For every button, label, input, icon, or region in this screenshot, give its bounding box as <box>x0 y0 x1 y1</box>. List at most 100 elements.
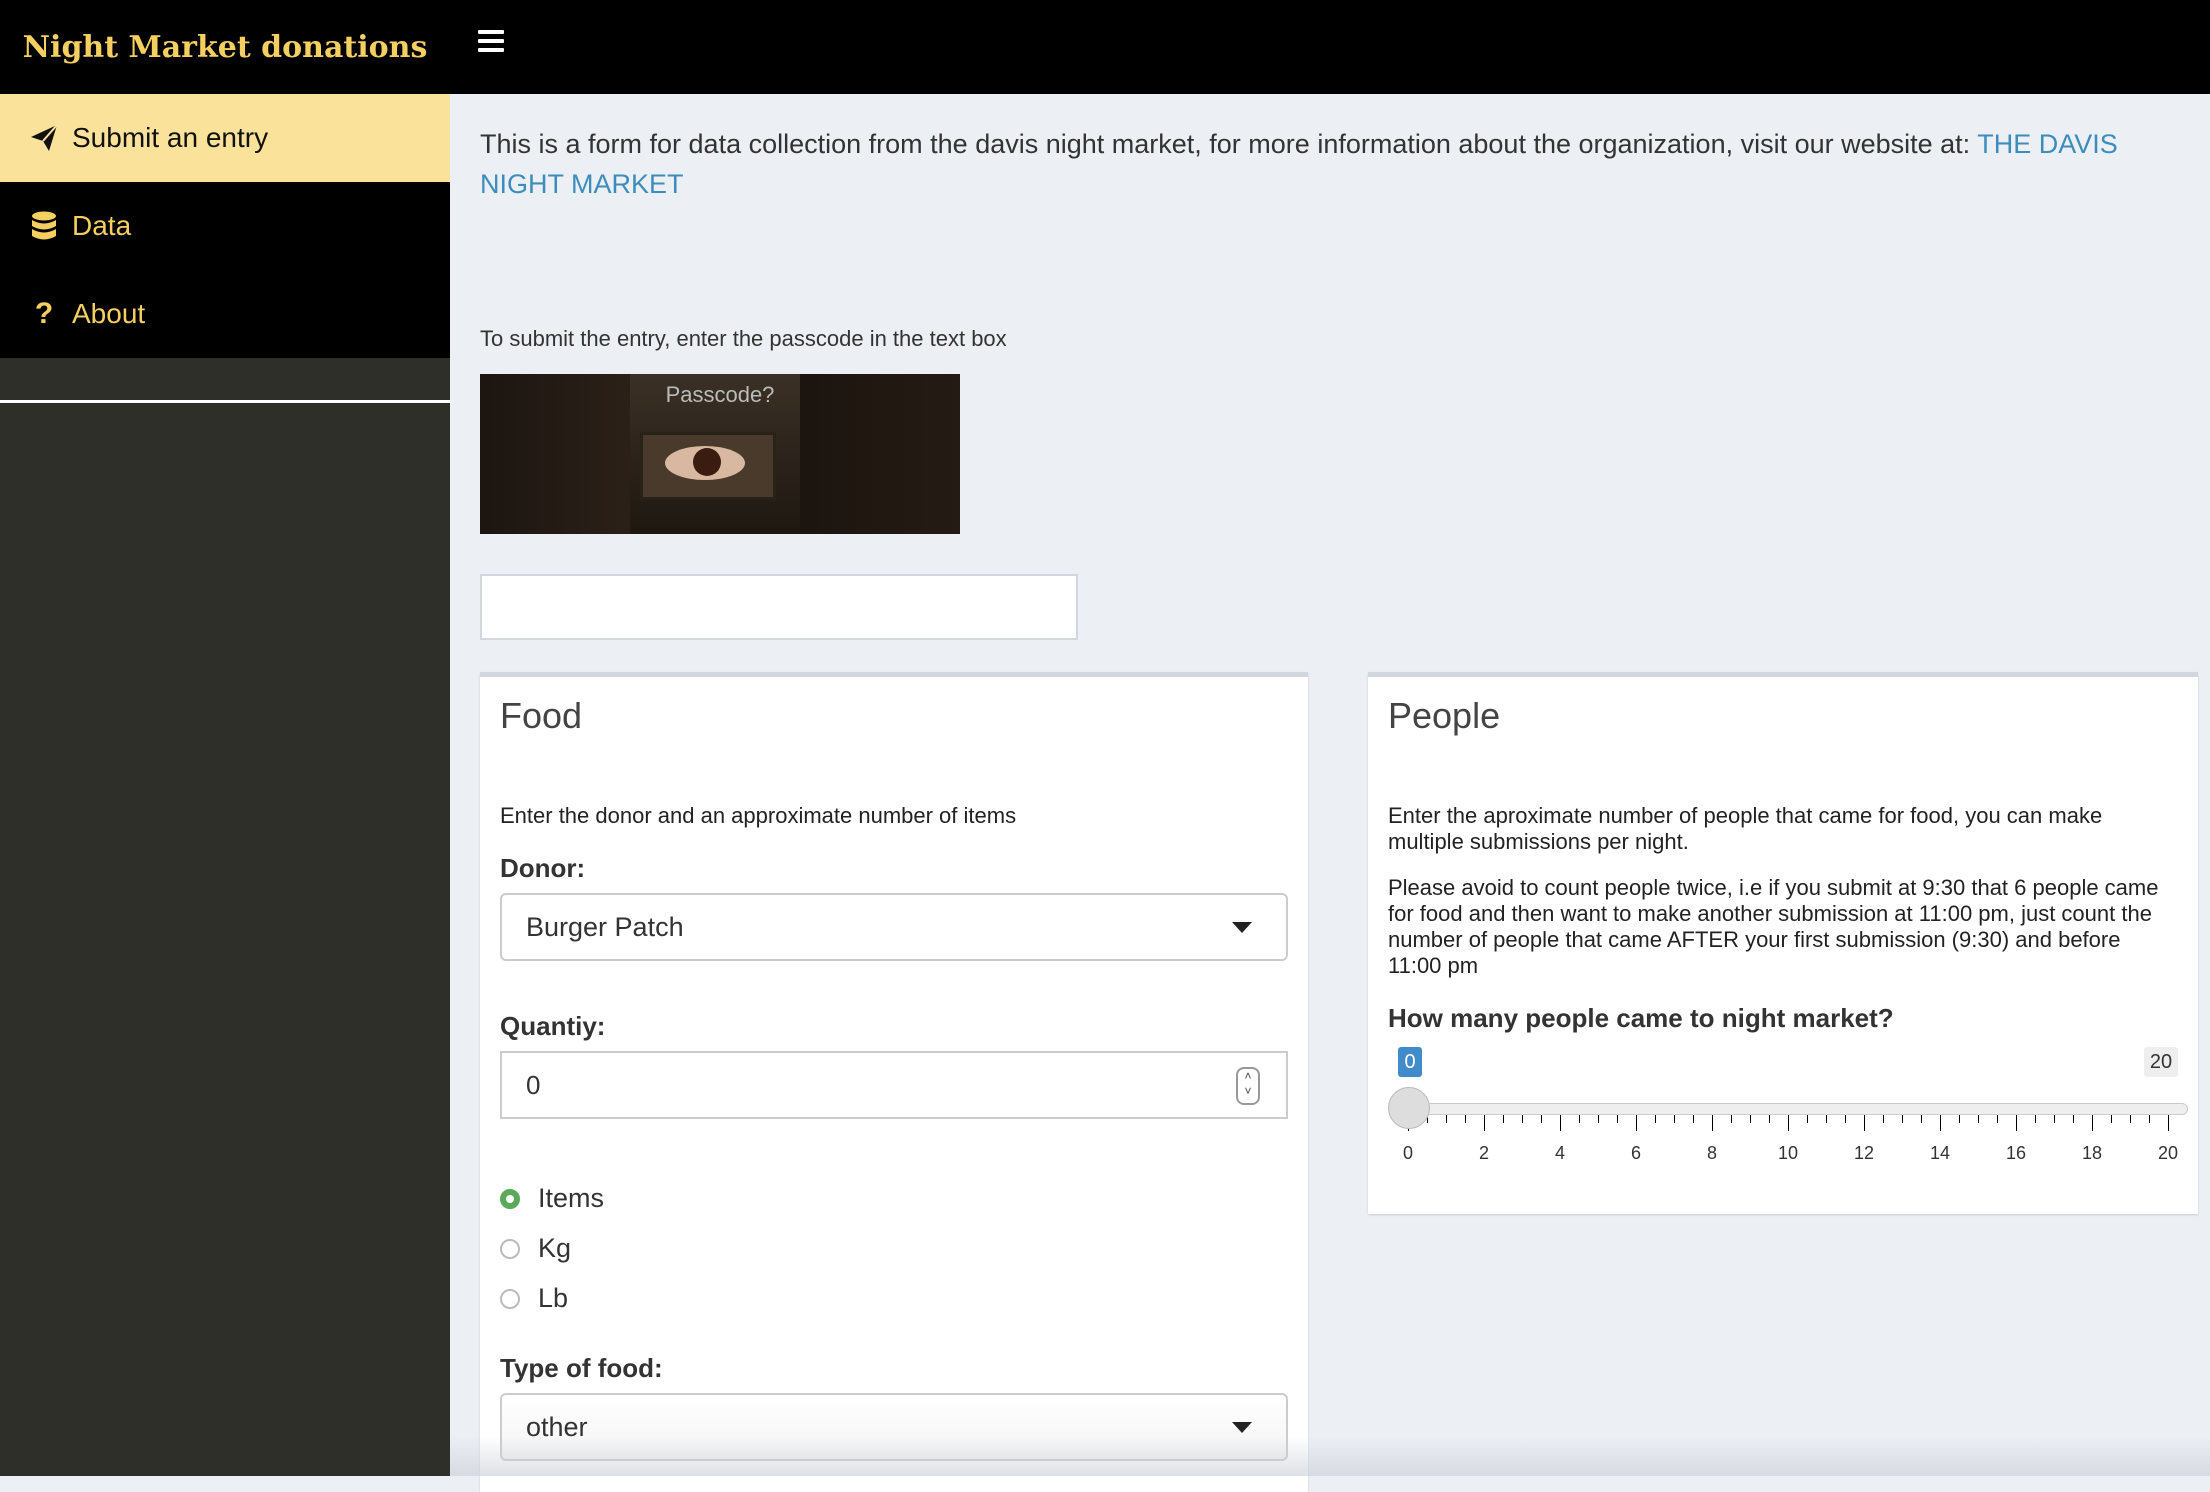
slider-handle[interactable] <box>1388 1087 1430 1129</box>
slider-tick <box>2149 1115 2150 1123</box>
slider-tick <box>1560 1115 1561 1131</box>
slider-tick <box>2130 1115 2131 1123</box>
slider-tick <box>1978 1115 1979 1123</box>
unit-label: Lb <box>538 1283 569 1313</box>
slider-tick <box>1636 1115 1637 1131</box>
people-title: People <box>1388 695 1501 736</box>
intro-text: This is a form for data collection from … <box>480 124 2200 204</box>
slider-tick <box>1541 1115 1542 1123</box>
passcode-image-text: Passcode? <box>665 382 775 407</box>
unit-radio-lb[interactable]: Lb <box>500 1283 568 1314</box>
sidebar-item-label: Data <box>72 210 132 241</box>
slider-tick <box>1769 1115 1770 1123</box>
slider-label: How many people came to night market? <box>1388 1003 1894 1033</box>
slider-tick <box>1446 1115 1447 1123</box>
slider-tick <box>2168 1115 2169 1131</box>
passcode-label: To submit the entry, enter the passcode … <box>480 326 1007 351</box>
passcode-input[interactable] <box>480 574 1078 640</box>
slider-tick <box>1617 1115 1618 1123</box>
slider-tick-label: 16 <box>2005 1143 2027 1163</box>
food-type-select[interactable]: other <box>500 1393 1288 1461</box>
people-slider[interactable]: 0 20 0 2 4 6 8 10 12 14 16 18 20 <box>1388 1047 2188 1177</box>
slider-tick <box>1750 1115 1751 1123</box>
slider-tick <box>2054 1115 2055 1123</box>
unit-radio-kg[interactable]: Kg <box>500 1233 571 1264</box>
slider-tick-label: 0 <box>1402 1143 1414 1163</box>
chevron-down-icon <box>1232 1422 1252 1433</box>
unit-label: Items <box>538 1183 605 1213</box>
slider-tick <box>1788 1115 1789 1131</box>
slider-tick <box>1484 1115 1485 1131</box>
sidebar-menu: Submit an entry Data ? About <box>0 94 450 358</box>
slider-tick-label: 4 <box>1554 1143 1566 1163</box>
slider-tick <box>1959 1115 1960 1123</box>
people-box: People Enter the aproximate number of pe… <box>1368 672 2198 1214</box>
slider-tick <box>1883 1115 1884 1123</box>
slider-tick <box>1902 1115 1903 1123</box>
people-note: Please avoid to count people twice, i.e … <box>1388 875 2159 978</box>
database-icon <box>24 211 64 241</box>
sidebar-item-label: About <box>72 298 146 329</box>
slider-tick <box>1845 1115 1846 1123</box>
unit-radio-items[interactable]: Items <box>500 1183 604 1214</box>
donor-select[interactable]: Burger Patch <box>500 893 1288 961</box>
main-content: This is a form for data collection from … <box>450 94 2210 1492</box>
sidebar-item-submit-entry[interactable]: Submit an entry <box>0 94 450 182</box>
slider-tick <box>2035 1115 2036 1123</box>
radio-unchecked-icon <box>500 1238 520 1259</box>
paper-plane-icon <box>24 123 64 153</box>
slider-tick-label: 18 <box>2081 1143 2103 1163</box>
donor-selected-value: Burger Patch <box>526 912 684 942</box>
slider-tick-label: 6 <box>1630 1143 1642 1163</box>
slider-tick <box>2092 1115 2093 1131</box>
food-type-label: Type of food: <box>500 1353 663 1383</box>
question-icon: ? <box>34 297 54 330</box>
slider-tick <box>1807 1115 1808 1123</box>
food-type-selected-value: other <box>526 1412 588 1442</box>
slider-tick <box>1693 1115 1694 1123</box>
slider-tick-label: 10 <box>1777 1143 1799 1163</box>
slider-tick <box>1598 1115 1599 1123</box>
slider-tick <box>2073 1115 2074 1123</box>
food-description: Enter the donor and an approximate numbe… <box>500 803 1017 828</box>
slider-ticks <box>1408 1115 2188 1135</box>
food-title: Food <box>500 695 583 736</box>
passcode-image: Passcode? <box>480 374 960 534</box>
slider-max-badge: 20 <box>2144 1047 2178 1077</box>
slider-tick <box>1712 1115 1713 1131</box>
slider-tick <box>1864 1115 1865 1131</box>
sidebar-item-about[interactable]: ? About <box>0 270 450 358</box>
slider-tick <box>1655 1115 1656 1123</box>
hamburger-icon[interactable] <box>478 30 504 54</box>
app-title: Night Market donations <box>22 29 428 65</box>
slider-track[interactable] <box>1408 1103 2188 1115</box>
slider-tick <box>1503 1115 1504 1123</box>
slider-tick <box>2016 1115 2017 1131</box>
slider-tick <box>1997 1115 1998 1123</box>
radio-checked-icon <box>500 1188 520 1209</box>
slider-tick <box>1522 1115 1523 1123</box>
slider-tick <box>1465 1115 1466 1123</box>
slider-tick <box>1674 1115 1675 1123</box>
slider-tick-label: 2 <box>1478 1143 1490 1163</box>
sidebar-item-data[interactable]: Data <box>0 182 450 270</box>
unit-label: Kg <box>538 1233 572 1263</box>
slider-tick <box>1940 1115 1941 1131</box>
donor-label: Donor: <box>500 853 586 883</box>
slider-min-badge: 0 <box>1398 1047 1422 1077</box>
quantity-label: Quantiy: <box>500 1011 606 1041</box>
sidebar: Submit an entry Data ? About <box>0 94 450 1476</box>
sidebar-item-label: Submit an entry <box>72 122 269 153</box>
stepper-icon[interactable]: ˄ ˅ <box>1236 1067 1260 1105</box>
top-header: Night Market donations <box>0 0 2210 94</box>
quantity-input[interactable]: 0 ˄ ˅ <box>500 1051 1288 1119</box>
slider-tick <box>1731 1115 1732 1123</box>
slider-tick <box>1921 1115 1922 1123</box>
slider-tick-label: 20 <box>2157 1143 2179 1163</box>
radio-unchecked-icon <box>500 1288 520 1309</box>
sidebar-divider <box>0 358 450 403</box>
intro-description: This is a form for data collection from … <box>480 129 1978 159</box>
slider-tick <box>1826 1115 1827 1123</box>
slider-tick-label: 14 <box>1929 1143 1951 1163</box>
chevron-down-icon <box>1232 922 1252 933</box>
